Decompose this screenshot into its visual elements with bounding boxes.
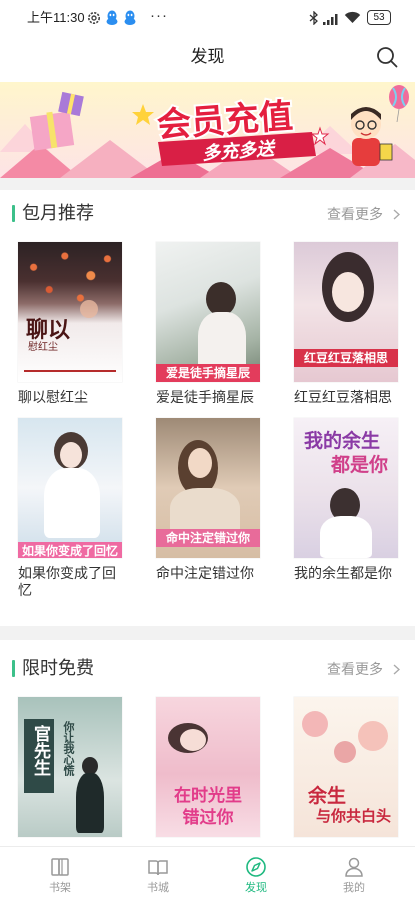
book-cover: 红豆红豆落相思 [294, 242, 398, 382]
book-cover: 爱是徒手摘星辰 [156, 242, 260, 382]
book-title: 爱是徒手摘星辰 [156, 389, 254, 405]
section-divider [0, 626, 415, 640]
cover-illustration [76, 773, 104, 833]
cover-illustration [180, 729, 206, 751]
book-card[interactable]: 我的余生 都是你 我的余生都是你 [294, 418, 398, 582]
book-title: 我的余生都是你 [294, 565, 392, 581]
cover-subtitle: 错过你 [182, 808, 234, 827]
qq-icon [123, 10, 137, 26]
cover-subtitle: 都是你 [330, 455, 388, 476]
book-cover: 我的余生 都是你 [294, 418, 398, 558]
book-title: 如果你变成了回忆 [18, 565, 116, 598]
nav-discover[interactable]: 发现 [207, 847, 305, 900]
monthly-recommend-section: 包月推荐 查看更多 聊以 慰红尘 聊以慰红尘 爱是徒手摘星辰 爱是徒手摘星辰 红… [0, 190, 415, 626]
book-title: 聊以慰红尘 [18, 389, 88, 405]
page-title: 发现 [190, 47, 225, 66]
book-card[interactable]: 如果你变成了回忆 如果你变成了回忆 [18, 418, 122, 599]
cover-illustration [198, 312, 246, 372]
book-cover: 余生 与你共白头 [294, 697, 398, 837]
book-cover: 聊以 慰红尘 [18, 242, 122, 382]
view-more-label: 查看更多 [327, 206, 383, 222]
book-card[interactable]: 在时光里 错过你 [156, 697, 260, 837]
nav-label: 发现 [245, 882, 267, 894]
section-accent-bar [12, 205, 15, 222]
nav-label: 书城 [147, 882, 169, 894]
rose-illustration [334, 741, 356, 763]
book-cover: 官先生 你让我心慌 [18, 697, 122, 837]
cover-illustration [320, 516, 372, 558]
cover-subtitle: 你让我心慌 [62, 721, 74, 776]
nav-bookstore[interactable]: 书城 [109, 847, 207, 900]
bookshelf-icon [51, 858, 69, 876]
discover-icon [246, 857, 266, 877]
view-more-label: 查看更多 [327, 661, 383, 677]
book-cover: 命中注定错过你 [156, 418, 260, 558]
rose-illustration [358, 721, 388, 751]
section-title: 限时免费 [22, 658, 94, 678]
cover-title: 命中注定错过你 [156, 529, 260, 547]
cover-title: 官先生 [31, 725, 50, 776]
bluetooth-icon [309, 10, 319, 26]
nav-label: 我的 [343, 882, 365, 894]
promo-banner-art: 会员充值 多充多送 [0, 82, 415, 178]
cover-illustration [206, 282, 236, 316]
book-card[interactable]: 聊以 慰红尘 聊以慰红尘 [18, 242, 122, 406]
section-accent-bar [12, 660, 15, 677]
nav-profile[interactable]: 我的 [305, 847, 403, 900]
search-button[interactable] [375, 45, 399, 69]
cover-subtitle: 慰红尘 [28, 342, 58, 353]
more-notifications-indicator: ··· [150, 7, 168, 24]
profile-icon [345, 857, 363, 877]
book-card[interactable]: 爱是徒手摘星辰 爱是徒手摘星辰 [156, 242, 260, 406]
book-card[interactable]: 红豆红豆落相思 红豆红豆落相思 [294, 242, 398, 406]
book-card[interactable]: 官先生 你让我心慌 [18, 697, 122, 837]
book-card[interactable]: 余生 与你共白头 [294, 697, 398, 837]
cover-illustration [60, 442, 82, 468]
signal-icon [323, 12, 340, 25]
cover-illustration [44, 468, 100, 538]
rose-illustration [302, 711, 328, 737]
book-title: 命中注定错过你 [156, 565, 254, 581]
bookstore-icon [148, 860, 168, 876]
cover-title: 红豆红豆落相思 [294, 349, 398, 367]
cover-title: 如果你变成了回忆 [18, 542, 122, 558]
chevron-right-icon [393, 664, 400, 675]
cover-title: 余生 [308, 786, 347, 807]
section-divider [0, 178, 415, 190]
limited-free-section: 限时免费 查看更多 官先生 你让我心慌 在时光里 错过你 余生 与你共白头 [0, 640, 415, 846]
qq-icon [105, 10, 119, 26]
battery-level: 53 [373, 12, 385, 23]
top-bar: 发现 [0, 36, 415, 82]
cover-illustration [332, 272, 364, 312]
nav-label: 书架 [49, 882, 71, 894]
status-time: 上午11:30 [27, 10, 85, 25]
book-cover: 在时光里 错过你 [156, 697, 260, 837]
nav-bookshelf[interactable]: 书架 [11, 847, 109, 900]
cover-subtitle: 与你共白头 [316, 808, 392, 825]
search-icon [377, 47, 398, 68]
battery-icon: 53 [367, 10, 391, 25]
cover-illustration [188, 448, 212, 478]
status-bar: 上午11:30 ··· 53 [0, 0, 415, 36]
cover-title: 爱是徒手摘星辰 [156, 364, 260, 382]
cover-decoration [24, 370, 116, 372]
promo-banner[interactable]: 会员充值 多充多送 [0, 82, 415, 178]
cover-title: 我的余生 [304, 431, 381, 452]
app-screen: 上午11:30 ··· 53 发现 会员充值 多充多送 包月推荐 查看更多 聊以… [0, 0, 415, 900]
book-title: 红豆红豆落相思 [294, 389, 392, 405]
section-title: 包月推荐 [22, 203, 94, 223]
wifi-icon [344, 11, 361, 24]
chevron-right-icon [393, 209, 400, 220]
book-cover: 如果你变成了回忆 [18, 418, 122, 558]
settings-icon [87, 11, 101, 25]
book-card[interactable]: 命中注定错过你 命中注定错过你 [156, 418, 260, 582]
bottom-nav: 书架 书城 发现 我的 [0, 846, 415, 900]
cover-illustration [80, 300, 98, 318]
